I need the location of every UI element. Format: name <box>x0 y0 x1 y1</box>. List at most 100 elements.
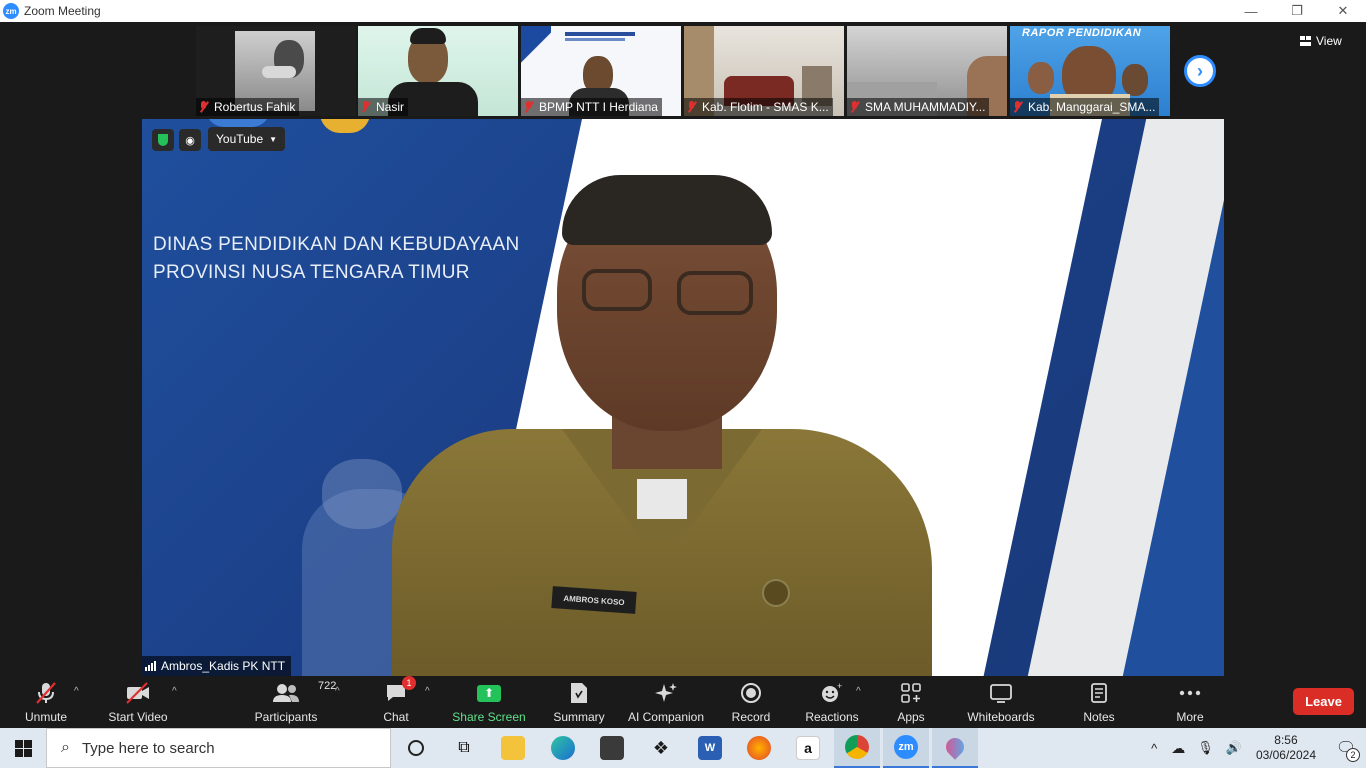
restore-button[interactable]: ❐ <box>1274 0 1320 22</box>
whiteboard-icon <box>989 680 1013 706</box>
share-screen-button[interactable]: ⬆ Share Screen <box>452 680 526 726</box>
mail-envelope-icon <box>600 736 624 760</box>
participant-name-label: Robertus Fahik <box>196 98 300 116</box>
participant-name-label: Nasir <box>358 98 409 116</box>
participant-thumbnail[interactable]: Robertus Fahik <box>196 26 356 116</box>
apps-button[interactable]: Apps <box>893 680 929 726</box>
task-view-icon: ⧉ <box>458 739 470 756</box>
zoom-logo-icon: zm <box>3 3 19 19</box>
taskbar-app-amazon[interactable]: a <box>785 728 831 768</box>
amazon-icon: a <box>796 736 820 760</box>
summary-button[interactable]: Summary <box>550 680 608 726</box>
taskbar-app-firefox[interactable] <box>736 728 782 768</box>
unmute-button[interactable]: Unmute <box>20 680 72 726</box>
cortana-button[interactable] <box>393 728 439 768</box>
microphone-muted-icon <box>35 680 57 706</box>
system-tray: ^ ☁ 🎙 🔊 8:56 03/06/2024 🗨 2 <box>1143 728 1366 768</box>
participant-thumbnail[interactable]: Kab. Flotim - SMAS K... <box>684 26 844 116</box>
mic-muted-icon <box>1012 101 1024 113</box>
participant-name-label: BPMP NTT I Herdiana <box>521 98 662 116</box>
start-button[interactable] <box>0 728 46 768</box>
video-options-caret-icon[interactable]: ^ <box>172 686 177 697</box>
word-icon: W <box>698 736 722 760</box>
participant-thumbnail[interactable]: SMA MUHAMMADIY... <box>847 26 1007 116</box>
notes-button[interactable]: Notes <box>1080 680 1118 726</box>
active-speaker-video[interactable]: DINAS PENDIDIKAN DAN KEBUDAYAAN PROVINSI… <box>142 119 1224 676</box>
participants-count: 722 <box>318 680 337 692</box>
taskbar-search-box[interactable]: ⌕ Type here to search <box>46 728 391 768</box>
participants-options-caret-icon[interactable]: ^ <box>335 686 340 697</box>
leave-button[interactable]: Leave <box>1293 688 1354 715</box>
zoom-app-icon: zm <box>894 735 918 759</box>
smiley-face-icon: + <box>820 680 844 706</box>
windows-logo-icon <box>14 739 32 757</box>
task-view-button[interactable]: ⧉ <box>441 728 487 768</box>
chat-bubble-icon: 1 <box>384 676 416 706</box>
microphone-icon[interactable]: 🎙 <box>1197 740 1214 756</box>
chat-options-caret-icon[interactable]: ^ <box>425 686 430 697</box>
youtube-live-dropdown[interactable]: YouTube ▼ <box>208 127 286 151</box>
participant-thumbnail[interactable]: RAPOR PENDIDIKAN Kab. Manggarai_SMA... <box>1010 26 1170 116</box>
live-stream-icon[interactable]: ◉ <box>179 129 201 151</box>
system-clock[interactable]: 8:56 03/06/2024 <box>1256 733 1316 763</box>
taskbar-app-mail[interactable] <box>589 728 635 768</box>
speaker-figure: AMBROS KOSO <box>392 175 952 676</box>
next-page-chevron-right-icon[interactable]: › <box>1184 55 1216 87</box>
chat-unread-badge: 1 <box>402 676 416 690</box>
taskbar-app-word[interactable]: W <box>687 728 733 768</box>
security-shield-icon[interactable] <box>152 129 174 151</box>
minimize-button[interactable]: — <box>1228 0 1274 22</box>
record-circle-icon <box>740 680 762 706</box>
caret-down-icon: ▼ <box>269 134 278 144</box>
grid-view-icon <box>1300 36 1311 46</box>
signal-strength-icon <box>145 661 156 671</box>
window-title: Zoom Meeting <box>24 4 101 18</box>
mic-muted-icon <box>198 101 210 113</box>
folder-icon <box>501 736 525 760</box>
notification-count-badge: 2 <box>1346 748 1360 762</box>
mic-muted-icon <box>360 101 372 113</box>
participant-thumbnail[interactable]: BPMP NTT I Herdiana <box>521 26 681 116</box>
more-ellipsis-icon <box>1178 680 1202 706</box>
edge-browser-icon <box>551 736 575 760</box>
chat-button[interactable]: 1 Chat <box>378 676 416 726</box>
taskbar-app-file-explorer[interactable] <box>490 728 536 768</box>
taskbar-app-edge[interactable] <box>540 728 586 768</box>
video-camera-off-icon <box>125 680 151 706</box>
mic-muted-icon <box>849 101 861 113</box>
search-icon: ⌕ <box>61 739 70 756</box>
audio-options-caret-icon[interactable]: ^ <box>74 686 79 697</box>
start-video-button[interactable]: Start Video <box>106 680 170 726</box>
reactions-options-caret-icon[interactable]: ^ <box>856 686 861 697</box>
taskbar-app-dropbox[interactable]: ❖ <box>638 728 684 768</box>
more-button[interactable]: More <box>1172 680 1208 726</box>
taskbar-app-chrome[interactable] <box>834 728 880 768</box>
speaker-volume-icon[interactable]: 🔊 <box>1226 740 1242 756</box>
action-center-button[interactable]: 🗨 2 <box>1326 728 1366 768</box>
show-hidden-icons-chevron-up-icon[interactable]: ^ <box>1151 741 1157 756</box>
ai-companion-button[interactable]: AI Companion <box>624 680 708 726</box>
whiteboards-button[interactable]: Whiteboards <box>964 680 1038 726</box>
record-button[interactable]: Record <box>728 680 774 726</box>
participants-button[interactable]: 722 Participants <box>254 680 337 726</box>
close-button[interactable]: ✕ <box>1320 0 1366 22</box>
notes-icon <box>1089 680 1109 706</box>
taskbar-app-maps[interactable] <box>932 728 978 768</box>
meeting-toolbar: Unmute ^ Start Video ^ 722 Participants … <box>0 676 1366 728</box>
participant-thumbnail[interactable]: Nasir <box>358 26 518 116</box>
participant-name-label: SMA MUHAMMADIY... <box>847 98 990 116</box>
chrome-icon <box>845 735 869 759</box>
reactions-button[interactable]: + Reactions <box>804 680 860 726</box>
mic-muted-icon <box>686 101 698 113</box>
svg-text:+: + <box>837 682 842 691</box>
taskbar-app-zoom[interactable]: zm <box>883 728 929 768</box>
rapor-pendidikan-banner: RAPOR PENDIDIKAN <box>1022 27 1142 39</box>
meeting-stage: Robertus Fahik Nasir BPMP NTT I Herdiana… <box>0 22 1366 676</box>
ai-sparkle-icon <box>654 680 678 706</box>
onedrive-cloud-icon[interactable]: ☁ <box>1171 740 1185 757</box>
participant-name-label: Kab. Flotim - SMAS K... <box>684 98 833 116</box>
participants-icon: 722 <box>272 680 336 706</box>
view-button[interactable]: View <box>1300 34 1342 48</box>
speaker-name-label: Ambros_Kadis PK NTT <box>142 656 292 676</box>
firefox-icon <box>747 736 771 760</box>
